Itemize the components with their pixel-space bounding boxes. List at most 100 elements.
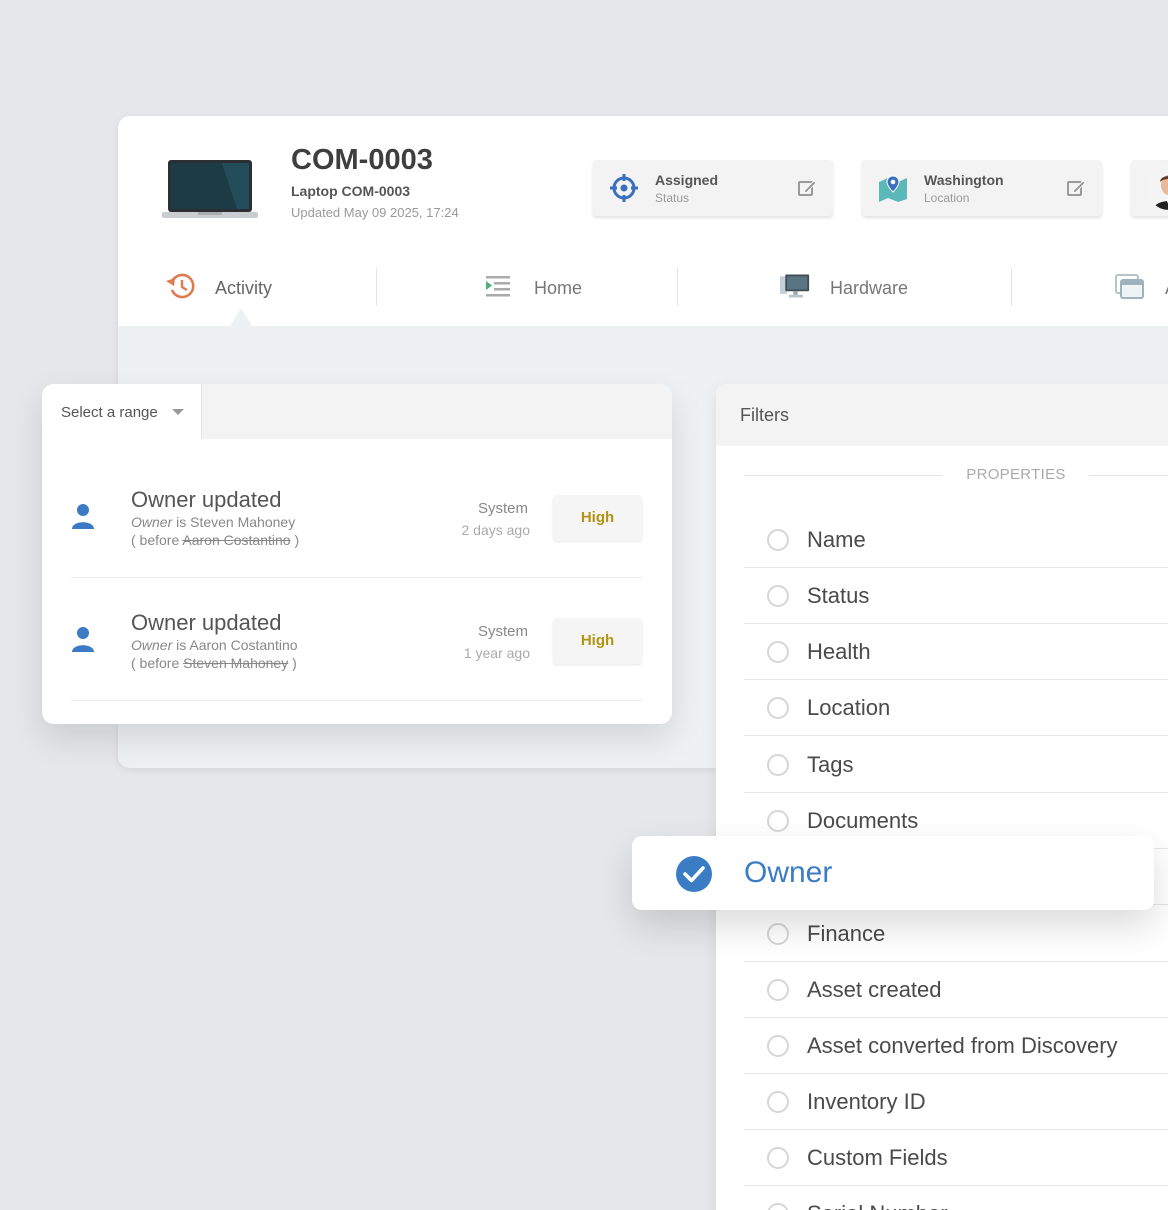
range-select[interactable]: Select a range — [42, 384, 202, 439]
filter-option-location[interactable]: Location — [744, 680, 1168, 736]
filter-option-name[interactable]: Name — [744, 512, 1168, 568]
location-chip[interactable]: Washington Location — [862, 160, 1102, 216]
edit-icon[interactable] — [797, 178, 817, 198]
filter-option-serial-number[interactable]: Serial Number — [744, 1186, 1168, 1210]
tab-divider — [376, 268, 377, 306]
crosshair-icon — [610, 174, 638, 202]
status-value: Assigned — [655, 172, 719, 188]
selected-filter-owner[interactable]: Owner — [632, 836, 1154, 910]
previous-value: Steven Mahoney — [183, 655, 289, 671]
filter-label: Documents — [807, 808, 919, 833]
radio-button[interactable] — [767, 810, 789, 832]
radio-button[interactable] — [767, 1035, 789, 1057]
filter-label: Inventory ID — [807, 1089, 926, 1114]
history-icon — [166, 273, 195, 299]
owner-chip[interactable] — [1131, 160, 1168, 216]
activity-change: Owner is Aaron Costantino — [131, 637, 298, 653]
radio-button[interactable] — [767, 585, 789, 607]
new-value-text: is Steven Mahoney — [172, 514, 296, 530]
before-suffix: ) — [288, 655, 297, 671]
location-value: Washington — [924, 172, 1004, 188]
checkmark-icon — [676, 856, 712, 892]
filters-title: Filters — [740, 405, 789, 425]
section-title: PROPERTIES — [966, 466, 1066, 483]
activity-previous: ( before Steven Mahoney ) — [131, 655, 297, 671]
before-prefix: ( before — [131, 655, 184, 671]
filter-option-status[interactable]: Status — [744, 568, 1168, 624]
selected-filter-label: Owner — [744, 856, 833, 889]
laptop-icon — [162, 160, 258, 218]
asset-header: COM-0003 Laptop COM-0003 Updated May 09 … — [118, 116, 1168, 326]
filter-option-health[interactable]: Health — [744, 624, 1168, 680]
filter-label: Status — [807, 583, 870, 608]
filter-label: Asset created — [807, 977, 942, 1002]
before-prefix: ( before — [131, 532, 183, 548]
filter-label: Custom Fields — [807, 1145, 948, 1170]
radio-button[interactable] — [767, 641, 789, 663]
radio-button[interactable] — [767, 923, 789, 945]
tab-home-label: Home — [534, 278, 583, 298]
filter-option-custom-fields[interactable]: Custom Fields — [744, 1130, 1168, 1186]
tab-hardware-label: Hardware — [830, 278, 909, 298]
active-tab-pointer — [230, 308, 252, 326]
activity-panel: Select a range Owner updated Owner is St… — [42, 384, 672, 724]
radio-button[interactable] — [767, 697, 789, 719]
tab-activity-label: Activity — [215, 278, 273, 298]
activity-entry[interactable]: Owner updated Owner is Aaron Costantino … — [71, 579, 642, 701]
filter-label: Finance — [807, 921, 886, 946]
range-select-label: Select a range — [61, 404, 158, 421]
asset-code: COM-0003 — [291, 144, 433, 176]
tab-home[interactable]: Home — [484, 270, 664, 306]
filter-option-asset-converted[interactable]: Asset converted from Discovery — [744, 1018, 1168, 1074]
activity-change: Owner is Steven Mahoney — [131, 514, 295, 530]
status-label: Status — [655, 191, 690, 205]
radio-button[interactable] — [767, 1203, 789, 1210]
asset-name: Laptop COM-0003 — [291, 183, 411, 199]
window-icon — [1115, 274, 1144, 299]
tab-divider — [1011, 268, 1012, 306]
tab-hardware[interactable]: Hardware — [780, 270, 980, 306]
field-name: Owner — [131, 514, 173, 530]
radio-button[interactable] — [767, 1147, 789, 1169]
chevron-down-icon — [172, 409, 184, 415]
activity-title: Owner updated — [131, 487, 282, 512]
filter-label: Name — [807, 527, 866, 552]
status-chip[interactable]: Assigned Status — [593, 160, 833, 216]
filter-option-inventory-id[interactable]: Inventory ID — [744, 1074, 1168, 1130]
activity-time: 1 year ago — [463, 645, 530, 661]
filter-label: Serial Number — [807, 1201, 948, 1210]
activity-entry[interactable]: Owner updated Owner is Steven Mahoney ( … — [71, 456, 642, 578]
tab-divider — [677, 268, 678, 306]
radio-button[interactable] — [767, 979, 789, 1001]
person-icon — [72, 504, 94, 529]
filters-header: Filters — [716, 384, 1168, 446]
previous-value: Aaron Costantino — [182, 532, 291, 548]
filter-label: Tags — [807, 752, 854, 777]
activity-source: System — [477, 500, 528, 517]
map-pin-icon — [879, 175, 907, 202]
filter-option-tags[interactable]: Tags — [744, 737, 1168, 793]
priority-badge: High — [553, 495, 642, 541]
activity-toolbar: Select a range — [42, 384, 672, 439]
filter-label: Health — [807, 639, 871, 664]
divider — [744, 475, 942, 476]
filter-label: Asset converted from Discovery — [807, 1033, 1118, 1058]
activity-source: System — [477, 623, 528, 640]
radio-button[interactable] — [767, 529, 789, 551]
edit-icon[interactable] — [1066, 178, 1086, 198]
priority-badge: High — [553, 618, 642, 664]
radio-button[interactable] — [767, 1091, 789, 1113]
person-icon — [72, 627, 94, 652]
radio-button[interactable] — [767, 754, 789, 776]
tab-activity[interactable]: Activity — [166, 270, 366, 306]
activity-time: 2 days ago — [461, 522, 531, 538]
filters-panel: Filters PROPERTIES Name Status Health Lo… — [716, 384, 1168, 1210]
monitor-icon — [780, 274, 810, 298]
avatar — [1147, 166, 1168, 210]
list-icon — [486, 276, 510, 297]
location-label: Location — [924, 191, 970, 205]
tab-more[interactable]: A — [1115, 270, 1168, 306]
divider — [1089, 475, 1168, 476]
filter-option-asset-created[interactable]: Asset created — [744, 962, 1168, 1018]
filter-option-finance[interactable]: Finance — [744, 906, 1168, 962]
